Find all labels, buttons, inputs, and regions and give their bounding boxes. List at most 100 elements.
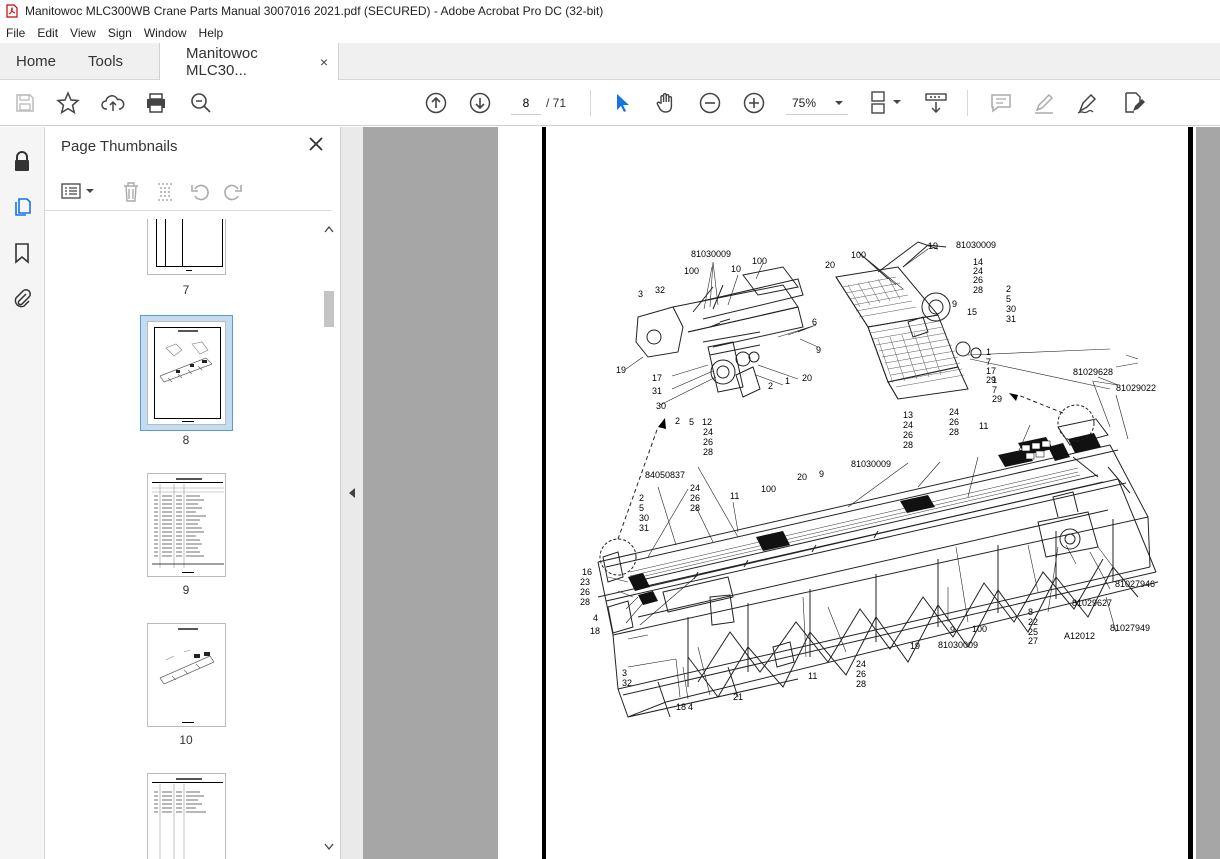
callout-number: 5 bbox=[1006, 294, 1011, 304]
attachment-paperclip-icon[interactable] bbox=[10, 287, 34, 311]
callout-number: 26 bbox=[580, 587, 590, 597]
callout-number: 11 bbox=[979, 421, 988, 431]
callout-number: 28 bbox=[580, 597, 590, 607]
collapse-left-icon[interactable] bbox=[348, 487, 356, 499]
previous-page-icon[interactable] bbox=[423, 90, 449, 116]
callout-number: 2 bbox=[768, 381, 773, 391]
highlight-pen-icon[interactable] bbox=[1031, 90, 1057, 116]
zoom-out-icon[interactable] bbox=[697, 90, 723, 116]
scroll-up-icon[interactable] bbox=[324, 225, 334, 233]
thumbnail-toolbar bbox=[45, 171, 331, 211]
page-thumbnail-8[interactable] bbox=[147, 321, 226, 425]
callout-number: 26 bbox=[703, 437, 713, 447]
thumbnail-label: 9 bbox=[182, 583, 190, 597]
print-icon[interactable] bbox=[143, 90, 169, 116]
thumbnail-scrollbar[interactable] bbox=[321, 219, 337, 859]
callout-number: 28 bbox=[690, 503, 700, 513]
callout-number: 81027949 bbox=[1110, 623, 1150, 633]
thumbnail-label: 8 bbox=[182, 433, 190, 447]
callout-number: 30 bbox=[1006, 304, 1016, 314]
thumbnail-options-icon[interactable] bbox=[61, 181, 97, 201]
toolbar-divider bbox=[967, 90, 968, 116]
zoom-in-icon[interactable] bbox=[741, 90, 767, 116]
callout-number: 16 bbox=[582, 567, 592, 577]
page-display-icon[interactable] bbox=[866, 90, 906, 116]
menu-edit[interactable]: Edit bbox=[31, 26, 64, 40]
bookmark-icon[interactable] bbox=[10, 241, 34, 265]
select-cursor-icon[interactable] bbox=[609, 90, 635, 116]
callout-number: 24 bbox=[949, 407, 959, 417]
callout-number: 26 bbox=[903, 430, 913, 440]
scroll-mode-icon[interactable] bbox=[923, 90, 949, 116]
callout-number: 9 bbox=[819, 469, 824, 479]
callout-number: 30 bbox=[639, 513, 649, 523]
page-thumbnail-7[interactable] bbox=[147, 219, 226, 275]
callout-number: 24 bbox=[703, 427, 713, 437]
lock-icon[interactable] bbox=[10, 149, 34, 173]
zoom-search-icon[interactable] bbox=[188, 90, 214, 116]
page-thumbnails-panel: Page Thumbnails 7 8 9 10 bbox=[45, 127, 341, 859]
tab-home[interactable]: Home bbox=[0, 43, 72, 79]
tab-document[interactable]: Manitowoc MLC30... × bbox=[159, 43, 340, 81]
upload-cloud-icon[interactable] bbox=[100, 90, 126, 116]
menu-file[interactable]: File bbox=[0, 26, 31, 40]
rotate-left-icon[interactable] bbox=[189, 181, 211, 203]
thumbnail-label: 10 bbox=[179, 733, 193, 747]
callout-number: 2 bbox=[675, 416, 680, 426]
scrollbar-thumb[interactable] bbox=[324, 291, 334, 327]
callout-number: 18 bbox=[590, 626, 600, 636]
callout-number: 1 bbox=[992, 375, 997, 385]
callout-number: 4 bbox=[688, 702, 693, 712]
tab-tools[interactable]: Tools bbox=[72, 43, 139, 79]
tab-close-icon[interactable]: × bbox=[320, 54, 328, 70]
extract-pages-icon[interactable] bbox=[155, 181, 177, 203]
callout-number: 3 bbox=[622, 668, 627, 678]
callout-number: 5 bbox=[639, 503, 644, 513]
callout-number: 9 bbox=[950, 625, 955, 635]
menu-view[interactable]: View bbox=[64, 26, 102, 40]
close-icon[interactable] bbox=[307, 135, 325, 153]
callout-number: 27 bbox=[1028, 636, 1038, 646]
window-title: Manitowoc MLC300WB Crane Parts Manual 30… bbox=[25, 4, 604, 18]
callout-number: 28 bbox=[703, 447, 713, 457]
scroll-down-icon[interactable] bbox=[324, 843, 334, 851]
page-thumbnail-11[interactable] bbox=[147, 773, 226, 859]
save-icon[interactable] bbox=[12, 90, 38, 116]
callout-number: 11 bbox=[808, 671, 817, 681]
rotate-right-icon[interactable] bbox=[222, 181, 244, 203]
callout-number: 18 bbox=[676, 702, 686, 712]
callout-number: 19 bbox=[910, 641, 920, 651]
hand-tool-icon[interactable] bbox=[653, 90, 679, 116]
sign-pen-icon[interactable] bbox=[1075, 90, 1101, 116]
page-thumbnail-10[interactable] bbox=[147, 623, 226, 727]
next-page-icon[interactable] bbox=[467, 90, 493, 116]
callout-number: 28 bbox=[903, 440, 913, 450]
callout-number: A12012 bbox=[1064, 631, 1095, 641]
fill-sign-icon[interactable] bbox=[1120, 90, 1146, 116]
comment-icon[interactable] bbox=[988, 90, 1014, 116]
panel-collapse-strip[interactable] bbox=[341, 127, 363, 859]
callout-number: 81029627 bbox=[1072, 598, 1112, 608]
page-total-label: / 71 bbox=[546, 96, 567, 110]
page-number-input[interactable] bbox=[511, 91, 541, 115]
menu-sign[interactable]: Sign bbox=[102, 26, 138, 40]
callout-number: 9 bbox=[816, 345, 821, 355]
delete-trash-icon[interactable] bbox=[121, 181, 141, 203]
page-thumbnail-9[interactable] bbox=[147, 473, 226, 577]
tab-tools-label: Tools bbox=[88, 52, 124, 70]
callout-number: 26 bbox=[856, 669, 866, 679]
callout-number: 12 bbox=[702, 417, 712, 427]
star-icon[interactable] bbox=[55, 90, 81, 116]
zoom-level-select[interactable]: 75% bbox=[786, 91, 848, 115]
callout-number: 29 bbox=[992, 394, 1002, 404]
menu-window[interactable]: Window bbox=[138, 26, 193, 40]
callout-number: 13 bbox=[903, 410, 913, 420]
document-view[interactable]: 81030009 100 10 100 3 32 6 9 19 17 31 30 2 5 12 24 26 28 2… bbox=[363, 127, 1220, 859]
page-thumbnails-icon[interactable] bbox=[10, 195, 34, 219]
callout-number: 81030009 bbox=[851, 459, 891, 469]
callout-number: 21 bbox=[733, 692, 743, 702]
callout-number: 100 bbox=[684, 266, 699, 276]
menu-help[interactable]: Help bbox=[193, 26, 230, 40]
callout-number: 19 bbox=[928, 241, 938, 251]
tab-bar: Home Tools Manitowoc MLC30... × bbox=[0, 43, 1220, 81]
